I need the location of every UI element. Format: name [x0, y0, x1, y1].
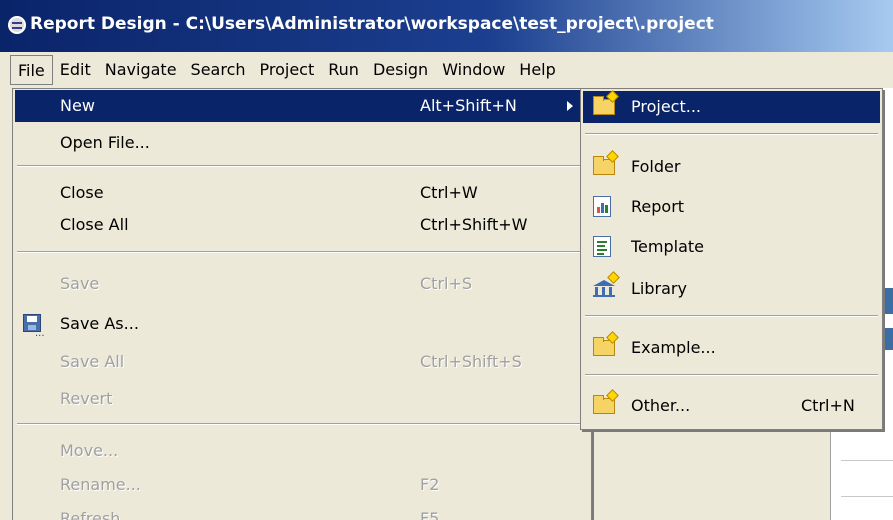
menu-item-label: Example... — [631, 338, 716, 357]
menu-separator — [17, 165, 587, 167]
editor-selection-strip-2 — [883, 328, 893, 350]
menu-item-label: Report — [631, 197, 685, 216]
editor-divider-2 — [841, 496, 893, 497]
submenu-item-report[interactable]: Report — [583, 191, 880, 223]
new-submenu: Project... Folder Report Template Librar… — [580, 88, 883, 430]
menu-item-label: Rename... — [60, 475, 141, 494]
submenu-item-other[interactable]: Other... Ctrl+N — [583, 389, 880, 422]
window-title: Report Design - C:\Users\Administrator\w… — [30, 14, 714, 34]
submenu-item-library[interactable]: Library — [583, 271, 880, 305]
new-folder-icon — [593, 150, 619, 175]
menu-item-accelerator: Ctrl+N — [801, 396, 855, 415]
menu-item-label: Library — [631, 279, 687, 298]
editor-selection-strip — [883, 288, 893, 314]
menu-separator — [585, 315, 878, 317]
save-as-icon: ... — [23, 314, 45, 339]
menu-item-save-all[interactable]: Save All Ctrl+Shift+S — [15, 346, 589, 378]
menu-item-label: Save — [60, 274, 100, 293]
menu-item-label: Folder — [631, 157, 681, 176]
menu-navigate[interactable]: Navigate — [98, 55, 184, 85]
menu-item-save[interactable]: Save Ctrl+S — [15, 268, 589, 300]
menu-item-accelerator: Ctrl+Shift+S — [420, 352, 522, 371]
menu-item-label: Refresh — [60, 509, 121, 520]
menu-search[interactable]: Search — [184, 55, 253, 85]
editor-divider — [841, 460, 893, 461]
submenu-item-project[interactable]: Project... — [583, 90, 880, 123]
new-example-icon — [593, 331, 619, 356]
menu-item-label: Close All — [60, 215, 129, 234]
menu-item-accelerator: Alt+Shift+N — [420, 96, 517, 115]
menu-item-new[interactable]: New Alt+Shift+N — [15, 90, 589, 122]
template-icon — [593, 236, 611, 257]
menu-item-move[interactable]: Move... — [15, 435, 589, 467]
menu-item-label: Project... — [631, 97, 701, 116]
menu-item-label: Close — [60, 183, 104, 202]
library-icon — [593, 271, 620, 298]
file-menu: New Alt+Shift+N Open File... Close Ctrl+… — [12, 88, 592, 520]
report-icon — [593, 196, 611, 217]
menu-item-label: Other... — [631, 396, 691, 415]
menu-item-rename[interactable]: Rename... F2 — [15, 469, 589, 501]
menu-item-label: Template — [631, 237, 705, 256]
menu-item-close-all[interactable]: Close All Ctrl+Shift+W — [15, 209, 589, 241]
menu-item-label: New — [60, 96, 95, 115]
submenu-item-folder[interactable]: Folder — [583, 150, 880, 183]
menu-item-accelerator: Ctrl+W — [420, 183, 478, 202]
menu-item-accelerator: Ctrl+S — [420, 274, 473, 293]
submenu-item-example[interactable]: Example... — [583, 331, 880, 364]
menu-separator — [17, 251, 587, 253]
menu-run[interactable]: Run — [321, 55, 366, 85]
menu-separator — [17, 423, 587, 425]
menu-item-accelerator: Ctrl+Shift+W — [420, 215, 528, 234]
menu-help[interactable]: Help — [512, 55, 562, 85]
menu-item-close[interactable]: Close Ctrl+W — [15, 177, 589, 209]
menu-bar: File Edit Navigate Search Project Run De… — [0, 52, 893, 88]
menu-item-save-as[interactable]: ... Save As... — [15, 308, 589, 340]
menu-item-accelerator: F2 — [420, 475, 440, 494]
menu-separator — [585, 374, 878, 376]
menu-file[interactable]: File — [10, 55, 53, 85]
menu-item-accelerator: F5 — [420, 509, 440, 520]
menu-item-revert[interactable]: Revert — [15, 383, 589, 415]
menu-window[interactable]: Window — [435, 55, 512, 85]
menu-project[interactable]: Project — [253, 55, 322, 85]
menu-item-label: Revert — [60, 389, 113, 408]
eclipse-icon[interactable] — [8, 16, 26, 34]
menu-item-refresh[interactable]: Refresh F5 — [15, 503, 589, 520]
menu-design[interactable]: Design — [366, 55, 435, 85]
menu-item-label: Save As... — [60, 314, 139, 333]
submenu-item-template[interactable]: Template — [583, 231, 880, 263]
menu-item-label: Open File... — [60, 133, 150, 152]
menu-edit[interactable]: Edit — [53, 55, 98, 85]
menu-item-open-file[interactable]: Open File... — [15, 127, 589, 159]
new-project-icon — [593, 90, 619, 115]
new-other-icon — [593, 389, 619, 414]
menu-item-label: Save All — [60, 352, 125, 371]
title-bar[interactable]: Report Design - C:\Users\Administrator\w… — [0, 0, 893, 52]
menu-separator — [585, 133, 878, 135]
submenu-arrow-icon — [567, 101, 573, 111]
menu-item-label: Move... — [60, 441, 119, 460]
